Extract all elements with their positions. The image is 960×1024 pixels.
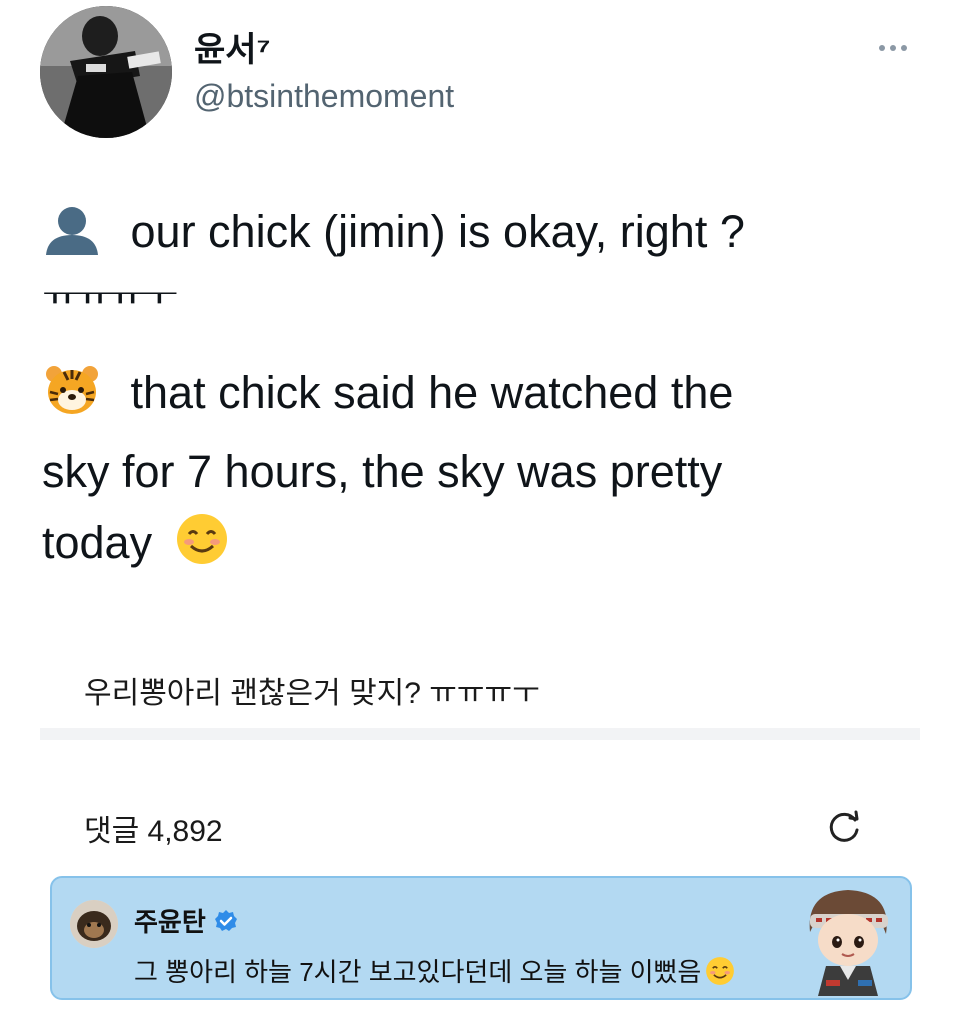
commenter-name-text: 주윤탄 [134, 907, 206, 937]
commenter-photo-icon [70, 900, 118, 948]
more-dot [901, 45, 907, 51]
display-name[interactable]: 윤서⁷ [194, 22, 271, 71]
tweet-text: our chick (jimin) is okay, right ? ㅠㅠㅠㅜ … [42, 196, 922, 586]
refresh-icon[interactable] [824, 806, 864, 846]
highlighted-comment[interactable]: 주윤탄 그 뽕아리 하늘 7시간 보고있다던데 오늘 하늘 이뻤음 [50, 876, 912, 1000]
commenter-avatar[interactable] [70, 900, 118, 948]
profile-avatar[interactable] [40, 6, 172, 138]
tweet-line-4: sky for 7 hours, the sky was pretty [42, 446, 723, 497]
more-dot [890, 45, 896, 51]
profile-photo-icon [40, 6, 172, 138]
character-sticker [796, 884, 900, 996]
quoted-post-text: 우리뽕아리 괜찮은거 맞지? ㅠㅠㅠㅜ [84, 677, 540, 710]
tweet-line-2: ㅠㅠㅠㅜ [42, 283, 179, 310]
tiger-face-icon [42, 364, 102, 436]
verified-badge-icon [214, 909, 237, 931]
comment-text: 그 뽕아리 하늘 7시간 보고있다던데 오늘 하늘 이뻤음 [134, 952, 735, 989]
bust-silhouette-icon [42, 204, 102, 275]
comment-text-body: 그 뽕아리 하늘 7시간 보고있다던데 오늘 하늘 이뻤음 [134, 957, 702, 987]
commenter-name[interactable]: 주윤탄 [134, 902, 238, 939]
smiling-face-icon [706, 956, 735, 985]
comments-count: 댓글 4,892 [84, 815, 223, 848]
tweet-line-1: our chick (jimin) is okay, right ? [130, 206, 745, 257]
user-handle[interactable]: @btsinthemoment [194, 78, 454, 115]
smiling-face-icon [175, 512, 229, 586]
tweet-line-3: that chick said he watched the [130, 367, 734, 418]
tweet-line: today [42, 507, 922, 586]
tweet-line: ㅠㅠㅠㅜ [42, 275, 922, 357]
section-divider [40, 728, 920, 740]
tweet-line-5: today [42, 517, 153, 568]
tweet-line: our chick (jimin) is okay, right ? [42, 196, 922, 275]
more-dots-icon [879, 45, 885, 51]
more-options-button[interactable] [868, 36, 918, 60]
chibi-character-icon [809, 890, 888, 996]
tweet-line: that chick said he watched the [42, 357, 922, 436]
